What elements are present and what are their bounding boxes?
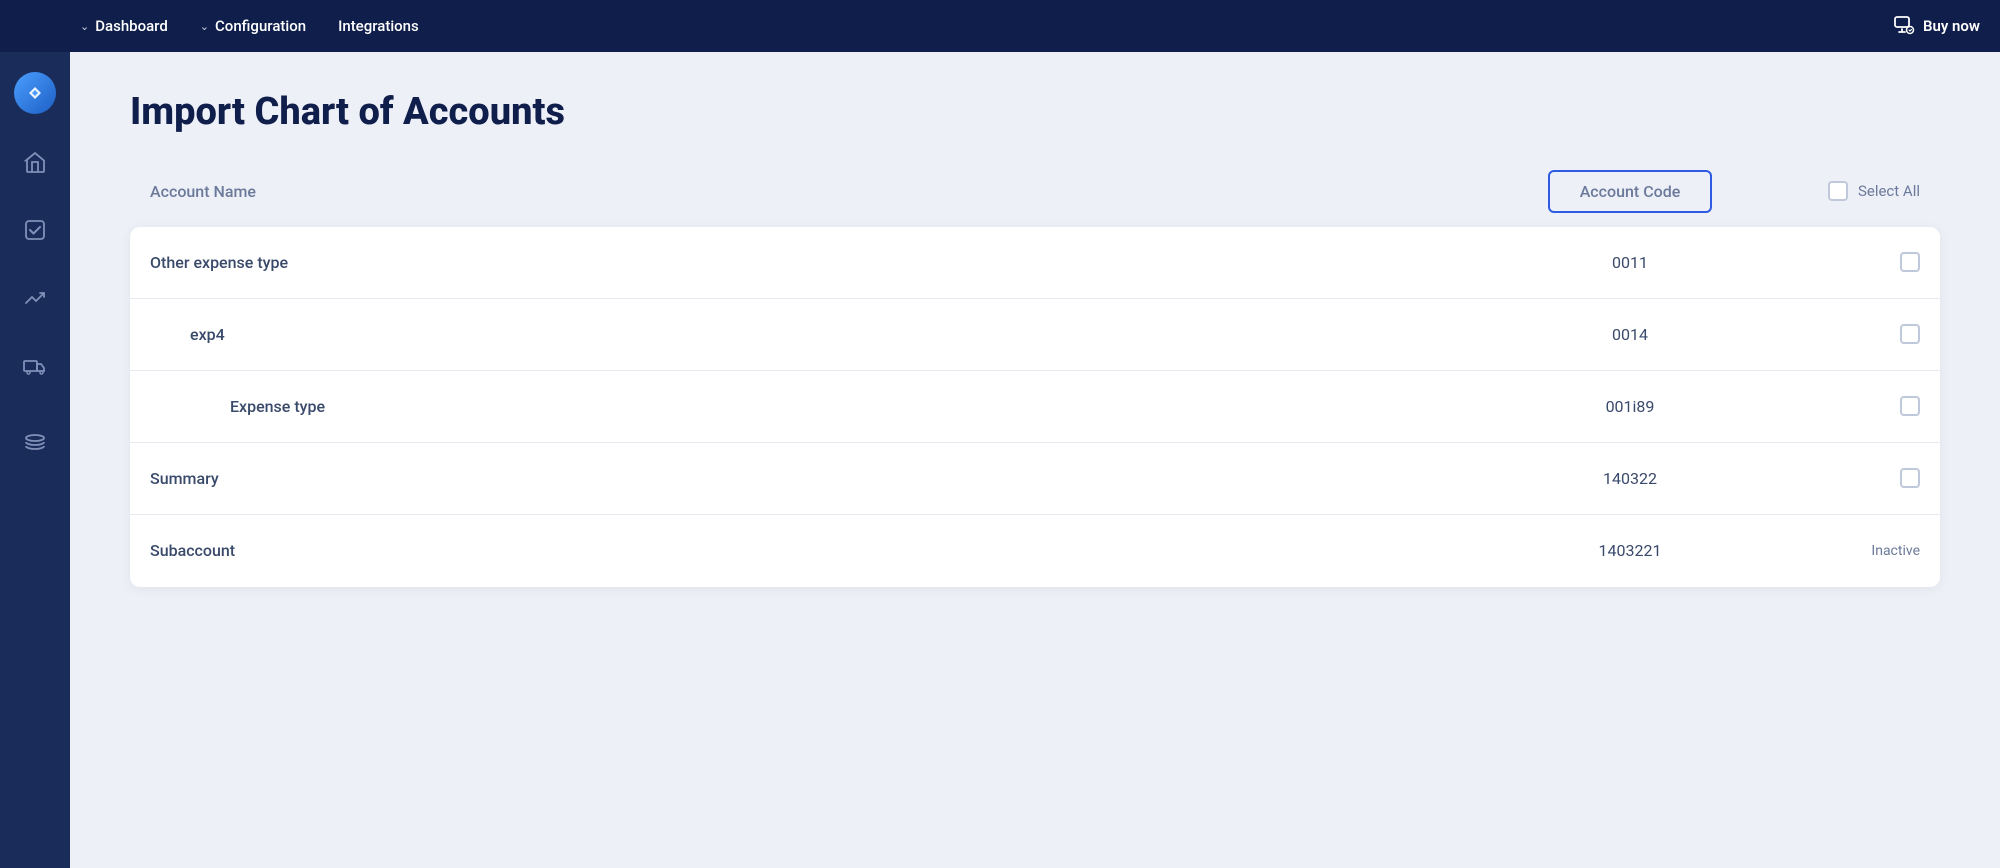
table-body: Other expense type 0011 exp4 0014 xyxy=(130,227,1940,587)
home-icon xyxy=(23,150,47,174)
col-account-name-header: Account Name xyxy=(150,182,1500,201)
row-account-code: 1403221 xyxy=(1500,541,1760,560)
table-row: Other expense type 0011 xyxy=(130,227,1940,299)
checkbox-icon xyxy=(23,218,47,242)
main-content: Import Chart of Accounts Account Name Ac… xyxy=(70,52,2000,868)
row-account-code: 001i89 xyxy=(1500,397,1760,416)
row-account-name: exp4 xyxy=(150,325,1500,344)
nav-dashboard[interactable]: ⌄ Dashboard xyxy=(80,17,168,35)
row-action xyxy=(1760,252,1920,272)
top-navigation: ⌄ Dashboard ⌄ Configuration Integrations… xyxy=(0,0,2000,52)
sidebar-analytics[interactable] xyxy=(15,278,55,318)
row-checkbox[interactable] xyxy=(1900,252,1920,272)
monitor-icon xyxy=(1893,15,1915,37)
logo-icon xyxy=(22,80,48,106)
page-title: Import Chart of Accounts xyxy=(130,92,1940,134)
accounts-table: Account Name Account Code Select All Oth… xyxy=(130,170,1940,587)
sidebar-tasks[interactable] xyxy=(15,210,55,250)
col-account-code-header[interactable]: Account Code xyxy=(1500,170,1760,213)
nav-integrations[interactable]: Integrations xyxy=(338,17,419,35)
table-row: exp4 0014 xyxy=(130,299,1940,371)
logo[interactable] xyxy=(14,72,56,114)
sidebar-delivery[interactable] xyxy=(15,346,55,386)
col-select-all-header: Select All xyxy=(1760,181,1920,201)
row-action xyxy=(1760,468,1920,488)
chart-icon xyxy=(23,286,47,310)
chevron-icon: ⌄ xyxy=(200,20,209,33)
row-account-code: 0011 xyxy=(1500,253,1760,272)
row-action: Inactive xyxy=(1760,543,1920,559)
layers-icon xyxy=(23,430,47,454)
row-action xyxy=(1760,396,1920,416)
row-account-code: 0014 xyxy=(1500,325,1760,344)
row-account-name: Other expense type xyxy=(150,253,1500,272)
table-row: Summary 140322 xyxy=(130,443,1940,515)
table-row: Expense type 001i89 xyxy=(130,371,1940,443)
table-row: Subaccount 1403221 Inactive xyxy=(130,515,1940,587)
inactive-badge: Inactive xyxy=(1871,543,1920,559)
sidebar xyxy=(0,52,70,868)
row-account-name: Expense type xyxy=(150,397,1500,416)
row-checkbox[interactable] xyxy=(1900,468,1920,488)
row-account-name: Subaccount xyxy=(150,541,1500,560)
row-checkbox[interactable] xyxy=(1900,396,1920,416)
truck-icon xyxy=(23,354,47,378)
row-action xyxy=(1760,324,1920,344)
select-all-checkbox[interactable] xyxy=(1828,181,1848,201)
nav-configuration[interactable]: ⌄ Configuration xyxy=(200,17,306,35)
row-account-code: 140322 xyxy=(1500,469,1760,488)
row-account-name: Summary xyxy=(150,469,1500,488)
buy-now-button[interactable]: Buy now xyxy=(1893,15,1980,37)
row-checkbox[interactable] xyxy=(1900,324,1920,344)
sidebar-home[interactable] xyxy=(15,142,55,182)
sidebar-layers[interactable] xyxy=(15,422,55,462)
table-header: Account Name Account Code Select All xyxy=(130,170,1940,227)
chevron-icon: ⌄ xyxy=(80,20,89,33)
